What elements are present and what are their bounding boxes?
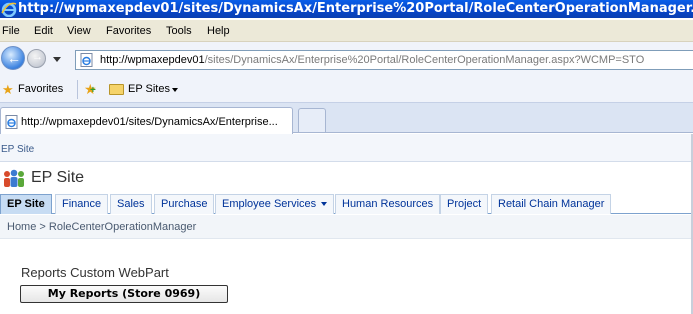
browser-tab-label: http://wpmaxepdev01/sites/DynamicsAx/Ent… (21, 116, 278, 128)
nav-finance[interactable]: Finance (55, 194, 109, 214)
add-favorite-icon[interactable]: ★ + (84, 81, 97, 98)
nav-purchase[interactable]: Purchase (154, 194, 215, 214)
menu-tools[interactable]: Tools (166, 25, 192, 37)
chevron-down-icon (321, 202, 328, 207)
url-host: http://wpmaxepdev01 (100, 54, 205, 66)
favorites-star-icon[interactable]: ★ (2, 82, 14, 98)
back-button[interactable]: ← (1, 46, 25, 70)
my-reports-button[interactable]: My Reports (Store 0969) (20, 285, 228, 303)
nav-retail-chain-manager[interactable]: Retail Chain Manager (491, 194, 612, 214)
browser-tab[interactable]: http://wpmaxepdev01/sites/DynamicsAx/Ent… (0, 107, 293, 134)
forward-arrow-icon: → (32, 51, 43, 63)
menu-bar: File Edit View Favorites Tools Help (0, 20, 693, 42)
address-url: http://wpmaxepdev01/sites/DynamicsAx/Ent… (100, 54, 644, 66)
menu-view[interactable]: View (67, 25, 91, 37)
nav-ep-site[interactable]: EP Site (0, 194, 52, 214)
favorites-separator (77, 80, 78, 99)
new-tab-button[interactable] (298, 108, 326, 132)
page-ie-icon (80, 53, 93, 67)
ep-sites-link[interactable]: EP Sites (128, 83, 170, 95)
webpart-title: Reports Custom WebPart (21, 265, 169, 280)
page-path: Home > RoleCenterOperationManager (0, 215, 693, 239)
breadcrumb-site-link[interactable]: EP Site (1, 144, 34, 155)
forward-button[interactable]: → (27, 49, 46, 68)
site-header: EP Site (0, 163, 693, 191)
internet-explorer-icon (1, 2, 17, 17)
address-toolbar: ← → http://wpmaxepdev01/sites/DynamicsAx… (0, 42, 693, 76)
history-dropdown-icon[interactable] (53, 57, 61, 62)
nav-sales[interactable]: Sales (110, 194, 152, 214)
menu-help[interactable]: Help (207, 25, 230, 37)
window-title-bar: http://wpmaxepdev01/sites/DynamicsAx/Ent… (0, 0, 693, 18)
favorites-button[interactable]: Favorites (18, 83, 63, 95)
browser-tab-strip: http://wpmaxepdev01/sites/DynamicsAx/Ent… (0, 103, 693, 134)
folder-icon (109, 84, 124, 95)
menu-favorites[interactable]: Favorites (106, 25, 151, 37)
chevron-down-icon[interactable] (172, 88, 178, 92)
people-icon (4, 169, 24, 187)
menu-edit[interactable]: Edit (34, 25, 53, 37)
favorites-bar: ★ Favorites ★ + EP Sites (0, 76, 693, 103)
nav-employee-services[interactable]: Employee Services (215, 194, 335, 214)
nav-employee-services-label: Employee Services (222, 198, 317, 210)
back-arrow-icon: ← (7, 50, 21, 66)
menu-file[interactable]: File (2, 25, 20, 37)
url-path: /sites/DynamicsAx/Enterprise%20Portal/Ro… (204, 54, 645, 66)
page-content: EP Site EP Site EP Site Finance Sales Pu… (0, 134, 693, 314)
top-navigation: EP Site Finance Sales Purchase Employee … (0, 192, 693, 214)
window-title: http://wpmaxepdev01/sites/DynamicsAx/Ent… (18, 1, 693, 16)
site-title: EP Site (31, 169, 85, 186)
nav-human-resources[interactable]: Human Resources (335, 194, 441, 214)
breadcrumb: EP Site (0, 134, 693, 162)
address-bar[interactable]: http://wpmaxepdev01/sites/DynamicsAx/Ent… (75, 50, 693, 70)
nav-project[interactable]: Project (440, 194, 489, 214)
page-path-text[interactable]: Home > RoleCenterOperationManager (7, 221, 196, 233)
page-ie-icon (5, 115, 18, 129)
